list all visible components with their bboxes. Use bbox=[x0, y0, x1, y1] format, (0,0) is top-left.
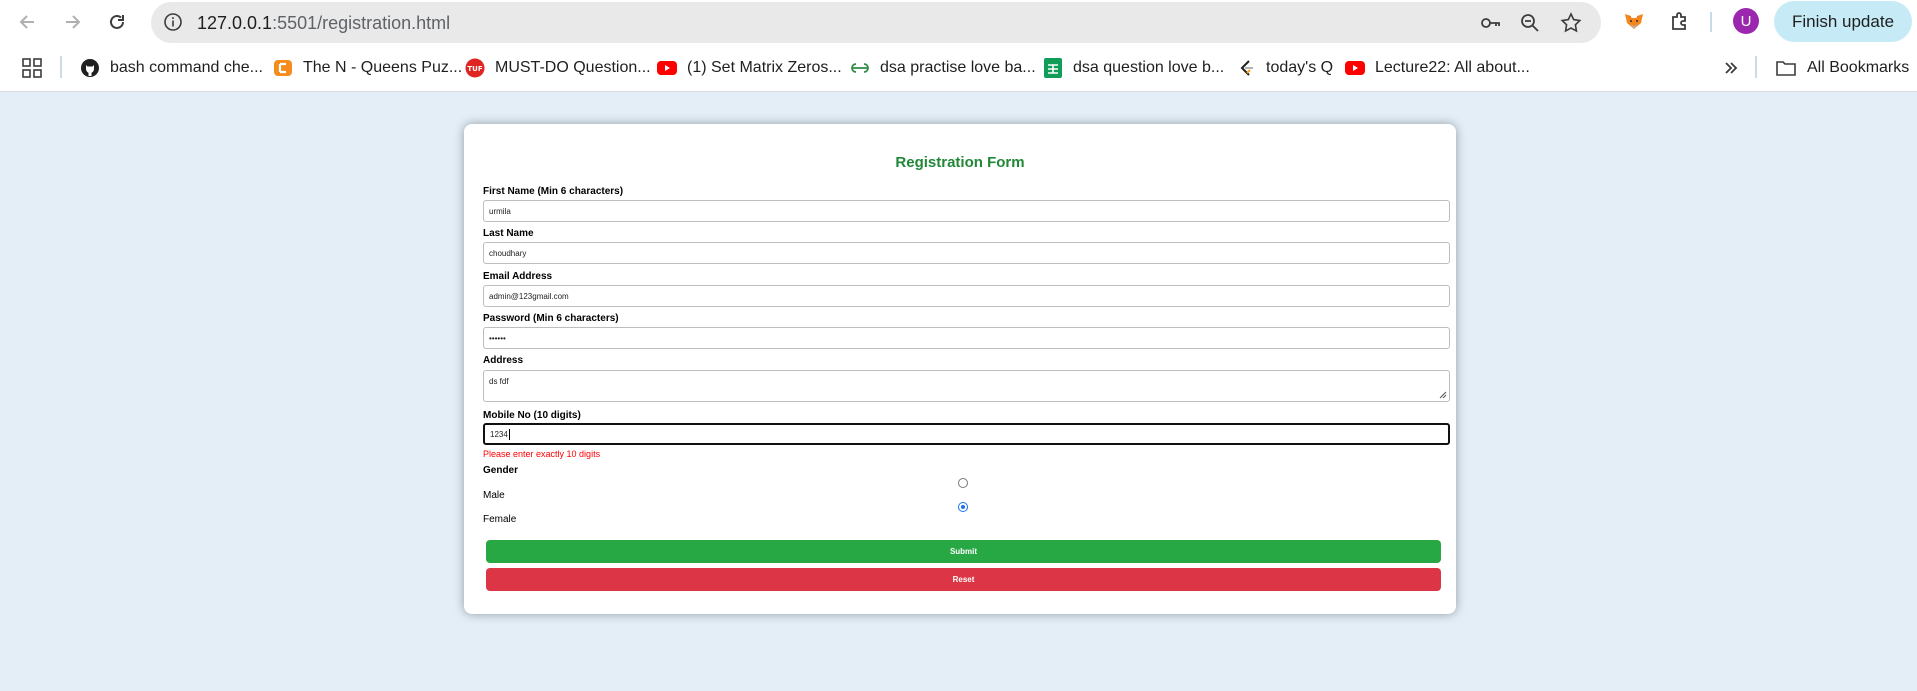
last-name-label: Last Name bbox=[483, 228, 534, 239]
gender-label: Gender bbox=[483, 465, 519, 476]
address-textarea[interactable]: ds fdf bbox=[483, 370, 1450, 402]
last-name-input[interactable]: choudhary bbox=[483, 242, 1450, 264]
submit-button[interactable]: Submit bbox=[486, 540, 1441, 563]
tuf-icon: TUF bbox=[465, 58, 485, 78]
password-label: Password (Min 6 characters) bbox=[483, 313, 619, 324]
email-input[interactable]: admin@123gmail.com bbox=[483, 285, 1450, 307]
codingninjas-icon bbox=[273, 58, 293, 78]
toolbar-divider bbox=[1710, 12, 1712, 32]
bookmark-set-matrix-zeros[interactable]: (1) Set Matrix Zeros... bbox=[657, 56, 842, 80]
bookmark-dsa-practise[interactable]: dsa practise love ba... bbox=[850, 56, 1036, 80]
email-label: Email Address bbox=[483, 271, 553, 282]
geeksforgeeks-icon bbox=[850, 58, 870, 78]
reload-button[interactable] bbox=[101, 6, 133, 38]
finish-update-button[interactable]: Finish update bbox=[1774, 1, 1912, 42]
browser-toolbar: 127.0.0.1:5501/registration.html U Finis… bbox=[0, 0, 1917, 44]
bookmarks-divider bbox=[1755, 56, 1757, 78]
reset-button[interactable]: Reset bbox=[486, 568, 1441, 591]
password-key-icon[interactable] bbox=[1477, 10, 1503, 36]
url-text[interactable]: 127.0.0.1:5501/registration.html bbox=[197, 13, 450, 34]
bookmark-must-do-questions[interactable]: TUF MUST-DO Question... bbox=[465, 56, 651, 80]
password-input[interactable]: •••••• bbox=[483, 327, 1450, 349]
address-label: Address bbox=[483, 355, 524, 366]
bookmarks-bar: bash command che... The N - Queens Puz..… bbox=[0, 44, 1917, 92]
bookmarks-divider bbox=[60, 56, 62, 78]
mobile-label: Mobile No (10 digits) bbox=[483, 410, 581, 421]
folder-icon bbox=[1776, 61, 1796, 76]
apps-grid-icon[interactable] bbox=[22, 58, 42, 78]
first-name-label: First Name (Min 6 characters) bbox=[483, 186, 624, 197]
bookmark-n-queens[interactable]: The N - Queens Puz... bbox=[273, 56, 462, 80]
more-bookmarks-chevron-icon[interactable] bbox=[1718, 55, 1744, 81]
github-icon bbox=[80, 58, 100, 78]
bookmark-todays-q[interactable]: today's Q bbox=[1236, 56, 1333, 80]
arrow-right-icon bbox=[66, 15, 81, 29]
all-bookmarks-button[interactable]: All Bookmarks bbox=[1775, 56, 1909, 80]
youtube-icon bbox=[1345, 58, 1365, 78]
gender-female-radio[interactable] bbox=[958, 502, 968, 512]
registration-form-card: Registration Form First Name (Min 6 char… bbox=[464, 124, 1456, 614]
text-caret bbox=[508, 428, 510, 440]
gender-female-label: Female bbox=[483, 514, 517, 525]
youtube-icon bbox=[657, 58, 677, 78]
bookmark-lecture22[interactable]: Lecture22: All about... bbox=[1345, 56, 1530, 80]
metamask-icon[interactable] bbox=[1619, 7, 1649, 37]
mobile-error-message: Please enter exactly 10 digits bbox=[483, 449, 601, 459]
address-bar[interactable]: 127.0.0.1:5501/registration.html bbox=[151, 2, 1601, 43]
extensions-puzzle-icon[interactable] bbox=[1665, 7, 1695, 37]
back-button[interactable] bbox=[12, 6, 44, 38]
first-name-input[interactable]: urmila bbox=[483, 200, 1450, 222]
gender-male-label: Male bbox=[483, 490, 505, 501]
mobile-input[interactable]: 1234 bbox=[483, 423, 1450, 445]
svg-text:TUF: TUF bbox=[467, 65, 482, 73]
bookmark-bash-commands[interactable]: bash command che... bbox=[80, 56, 263, 80]
site-info-icon[interactable] bbox=[161, 10, 185, 34]
leetcode-icon bbox=[1236, 58, 1256, 78]
forward-button[interactable] bbox=[56, 6, 88, 38]
gender-male-radio[interactable] bbox=[958, 478, 968, 488]
arrow-left-icon bbox=[19, 15, 34, 29]
profile-avatar[interactable]: U bbox=[1733, 8, 1759, 34]
bookmark-dsa-question[interactable]: dsa question love b... bbox=[1043, 56, 1224, 80]
zoom-icon[interactable] bbox=[1517, 10, 1543, 36]
form-title: Registration Form bbox=[895, 154, 1025, 171]
resize-handle-icon[interactable] bbox=[1439, 391, 1447, 399]
google-sheets-icon bbox=[1043, 58, 1063, 78]
reload-icon bbox=[110, 14, 124, 29]
bookmark-star-icon[interactable] bbox=[1558, 10, 1584, 36]
